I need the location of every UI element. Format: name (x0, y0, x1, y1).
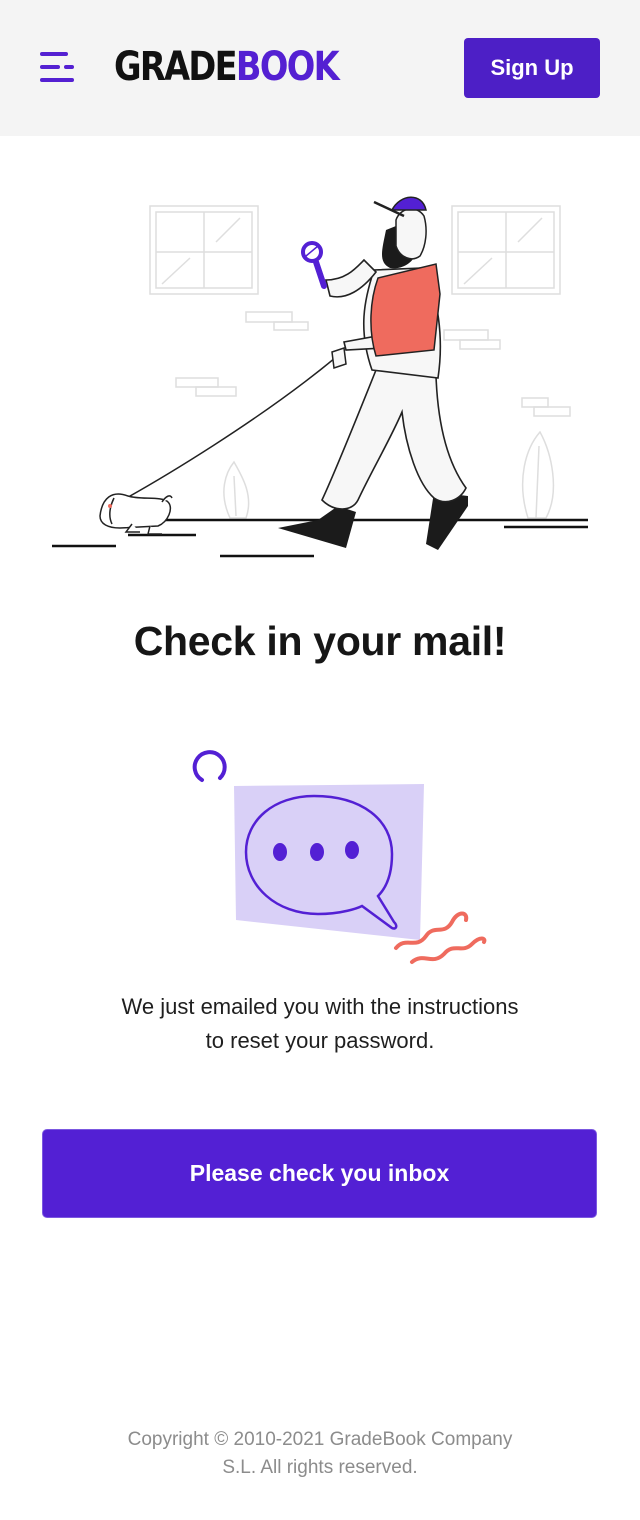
chat-bubble-illustration (192, 750, 487, 964)
walking-man-with-dog-illustration (52, 196, 588, 558)
sign-up-button[interactable]: Sign Up (464, 38, 600, 98)
gradebook-logo[interactable]: GRADEBOOK (114, 44, 340, 90)
top-header: GRADEBOOK Sign Up (0, 0, 640, 136)
copyright-line-2: S.L. All rights reserved. (222, 1457, 418, 1478)
message-line-1: We just emailed you with the instruction… (121, 994, 519, 1019)
reset-instructions-message: We just emailed you with the instruction… (60, 990, 580, 1058)
check-inbox-button[interactable]: Please check you inbox (42, 1129, 597, 1218)
bubble-backdrop (234, 784, 424, 940)
loading-spinner-icon (192, 750, 227, 782)
copyright-line-1: Copyright © 2010-2021 GradeBook Company (127, 1429, 513, 1450)
logo-text-book: BOOK (235, 44, 340, 90)
page-title: Check in your mail! (133, 618, 507, 664)
logo-text-grade: GRADE (114, 44, 238, 90)
hamburger-menu-icon (40, 52, 74, 82)
copyright-footer: Copyright © 2010-2021 GradeBook Company … (80, 1426, 560, 1482)
message-line-2: to reset your password. (205, 1028, 435, 1053)
hamburger-menu-button[interactable] (34, 46, 80, 88)
